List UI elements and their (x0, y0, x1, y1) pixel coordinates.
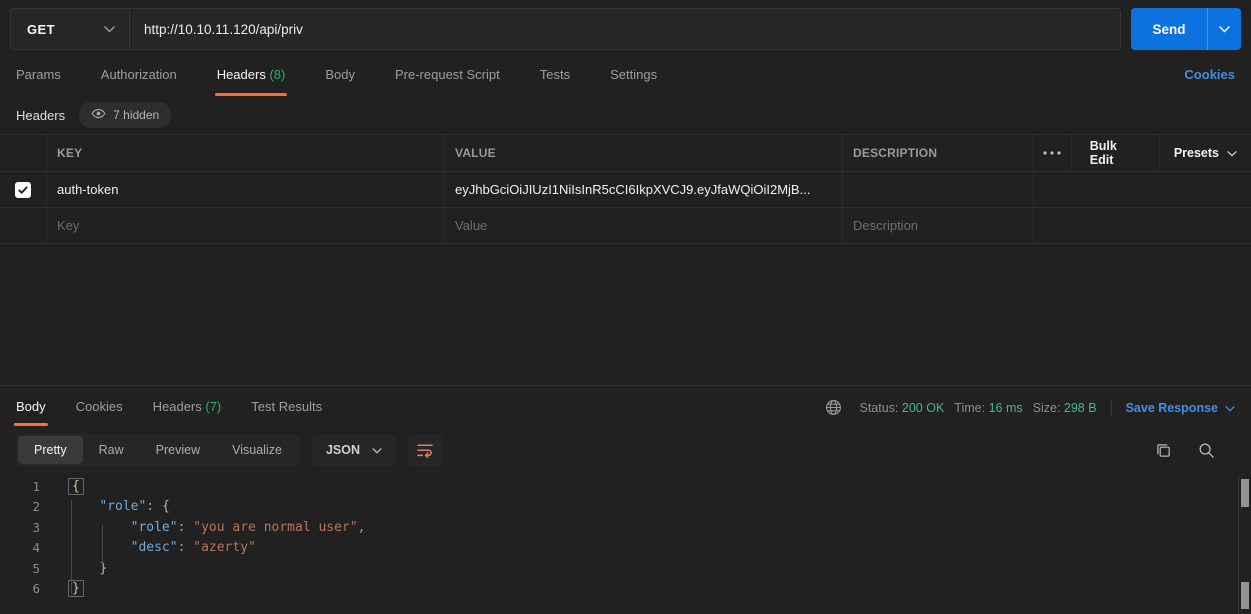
response-tab-body[interactable]: Body (16, 399, 46, 426)
bulk-edit-button[interactable]: Bulk Edit (1072, 135, 1160, 171)
method-dropdown[interactable]: GET (11, 9, 130, 49)
word-wrap-icon[interactable] (408, 434, 442, 466)
line-number: 1 (0, 479, 40, 494)
code-lines: 1{2 "role": {3 "role": "you are normal u… (0, 476, 1251, 599)
code-line: 3 "role": "you are normal user", (0, 517, 1251, 538)
save-response-button[interactable]: Save Response (1126, 401, 1235, 415)
method-label: GET (27, 22, 55, 37)
line-number: 4 (0, 540, 40, 555)
scrollbar-thumb[interactable] (1241, 479, 1249, 507)
key-column-header: KEY (47, 135, 445, 171)
headers-title: Headers (16, 108, 65, 123)
chevron-down-icon (1225, 401, 1235, 415)
new-value-cell (445, 208, 843, 243)
select-column-header (0, 135, 47, 171)
tab-pre-request-script[interactable]: Pre-request Script (395, 67, 500, 96)
view-tab-pretty[interactable]: Pretty (18, 436, 83, 464)
url-input[interactable] (130, 9, 1120, 49)
status-badge: Status: 200 OK (860, 401, 945, 415)
response-tab-cookies[interactable]: Cookies (76, 399, 123, 426)
response-toolbar: Pretty Raw Preview Visualize JSON (16, 434, 1235, 466)
scrollbar-track[interactable] (1238, 476, 1251, 614)
row-checkbox[interactable] (15, 182, 31, 198)
time-badge: Time: 16 ms (954, 401, 1022, 415)
new-key-input[interactable] (47, 218, 444, 233)
hidden-headers-label: 7 hidden (113, 108, 159, 122)
tab-headers[interactable]: Headers (8) (217, 67, 286, 96)
row-select-cell (0, 208, 47, 243)
row-extra-cell (1034, 208, 1251, 243)
line-number: 2 (0, 499, 40, 514)
headers-table: KEY VALUE DESCRIPTION Bulk Edit Presets (0, 134, 1251, 244)
line-number: 3 (0, 520, 40, 535)
chevron-down-icon (1227, 146, 1237, 160)
response-tab-test-results[interactable]: Test Results (251, 399, 322, 426)
new-value-input[interactable] (445, 218, 842, 233)
headers-subheader: Headers 7 hidden (0, 96, 1251, 134)
eye-icon (91, 106, 106, 124)
scrollbar-marker[interactable] (1241, 582, 1249, 609)
request-bar: GET Send (0, 0, 1251, 52)
chevron-down-icon (1219, 20, 1230, 38)
code-line: 4 "desc": "azerty" (0, 538, 1251, 559)
new-description-cell (843, 208, 1034, 243)
code-line: 2 "role": { (0, 497, 1251, 518)
code-line: 5 } (0, 558, 1251, 579)
response-meta: Status: 200 OK Time: 16 ms Size: 298 B S… (825, 399, 1236, 426)
view-mode-segment: Pretty Raw Preview Visualize (16, 434, 300, 466)
indent-guide (102, 525, 103, 570)
format-dropdown[interactable]: JSON (312, 434, 396, 466)
send-split-button: Send (1131, 8, 1241, 50)
table-controls: Bulk Edit Presets (1034, 135, 1251, 171)
header-value-cell[interactable]: eyJhbGciOiJIUzI1NiIsInR5cCI6IkpXVCJ9.eyJ… (445, 172, 843, 207)
tab-body[interactable]: Body (325, 67, 355, 96)
size-badge: Size: 298 B (1033, 401, 1097, 415)
send-options-button[interactable] (1207, 8, 1241, 50)
response-panel: Body Cookies Headers (7) Test Results St… (0, 385, 1251, 614)
line-number: 5 (0, 561, 40, 576)
response-body-editor[interactable]: 1{2 "role": {3 "role": "you are normal u… (0, 476, 1251, 614)
presets-dropdown[interactable]: Presets (1160, 135, 1251, 171)
line-number: 6 (0, 581, 40, 596)
new-description-input[interactable] (843, 218, 1033, 233)
code-line: 6} (0, 579, 1251, 600)
request-tabs: Params Authorization Headers (8) Body Pr… (0, 52, 1251, 96)
send-button[interactable]: Send (1131, 8, 1207, 50)
hidden-headers-toggle[interactable]: 7 hidden (79, 102, 171, 128)
header-row-auth-token: auth-token eyJhbGciOiJIUzI1NiIsInR5cCI6I… (0, 172, 1251, 208)
api-client-window: GET Send Params Authorization Headers (8… (0, 0, 1251, 614)
chevron-down-icon (372, 443, 382, 457)
chevron-down-icon (104, 20, 115, 38)
cookies-link[interactable]: Cookies (1184, 67, 1235, 96)
value-column-header: VALUE (445, 135, 843, 171)
network-globe-icon[interactable] (825, 399, 842, 416)
copy-icon[interactable] (1155, 442, 1172, 459)
description-column-header: DESCRIPTION (843, 135, 1034, 171)
empty-header-row (0, 208, 1251, 244)
view-tab-visualize[interactable]: Visualize (216, 436, 298, 464)
tab-params[interactable]: Params (16, 67, 61, 96)
more-options-icon[interactable] (1034, 135, 1072, 171)
indent-guide (71, 500, 72, 594)
response-actions (1155, 442, 1235, 459)
row-extra-cell (1034, 172, 1251, 207)
response-tab-headers[interactable]: Headers (7) (153, 399, 222, 426)
header-description-cell[interactable] (843, 172, 1034, 207)
url-group: GET (10, 8, 1121, 50)
table-header-row: KEY VALUE DESCRIPTION Bulk Edit Presets (0, 135, 1251, 172)
tab-authorization[interactable]: Authorization (101, 67, 177, 96)
header-key-cell[interactable]: auth-token (47, 172, 445, 207)
search-icon[interactable] (1198, 442, 1215, 459)
response-header: Body Cookies Headers (7) Test Results St… (0, 386, 1251, 426)
divider (1111, 400, 1112, 416)
code-line: 1{ (0, 476, 1251, 497)
tab-settings[interactable]: Settings (610, 67, 657, 96)
tab-tests[interactable]: Tests (540, 67, 570, 96)
new-key-cell (47, 208, 445, 243)
empty-area (0, 244, 1251, 385)
view-tab-raw[interactable]: Raw (83, 436, 140, 464)
row-select-cell (0, 172, 47, 207)
view-tab-preview[interactable]: Preview (140, 436, 216, 464)
